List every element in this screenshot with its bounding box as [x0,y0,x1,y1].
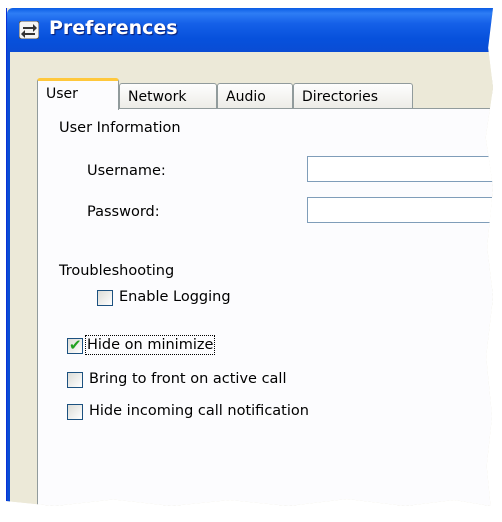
enable-logging-label[interactable]: Enable Logging [119,289,231,305]
hide-incoming-call-notification-checkbox[interactable] [67,404,83,420]
username-input[interactable] [307,156,493,182]
tab-network-label: Network [128,89,187,105]
tab-audio[interactable]: Audio [217,83,293,109]
screenshot-frame: Preferences User Network Audio Directori… [0,0,502,522]
password-label: Password: [87,204,160,220]
username-label: Username: [87,163,166,179]
hide-on-minimize-checkbox[interactable]: ✔ [67,336,83,354]
troubleshooting-heading: Troubleshooting [59,263,175,279]
tab-user-label: User [46,86,78,102]
tab-audio-label: Audio [226,89,266,105]
bring-to-front-label[interactable]: Bring to front on active call [89,371,286,387]
tab-directories-label: Directories [302,89,379,105]
user-information-heading: User Information [59,120,181,136]
enable-logging-checkbox[interactable] [97,290,113,306]
password-input[interactable] [307,197,493,223]
tab-directories[interactable]: Directories [293,83,413,109]
preferences-window: Preferences User Network Audio Directori… [6,8,493,506]
preferences-arrows-icon [19,21,39,39]
hide-on-minimize-label[interactable]: Hide on minimize [84,335,216,355]
bring-to-front-checkbox[interactable] [67,372,83,388]
tab-network[interactable]: Network [119,83,217,109]
tab-user[interactable]: User [37,78,119,110]
checkmark-icon: ✔ [69,336,82,354]
hide-incoming-call-notification-label[interactable]: Hide incoming call notification [89,403,309,419]
window-title: Preferences [49,17,178,39]
title-bar[interactable]: Preferences [7,8,493,52]
